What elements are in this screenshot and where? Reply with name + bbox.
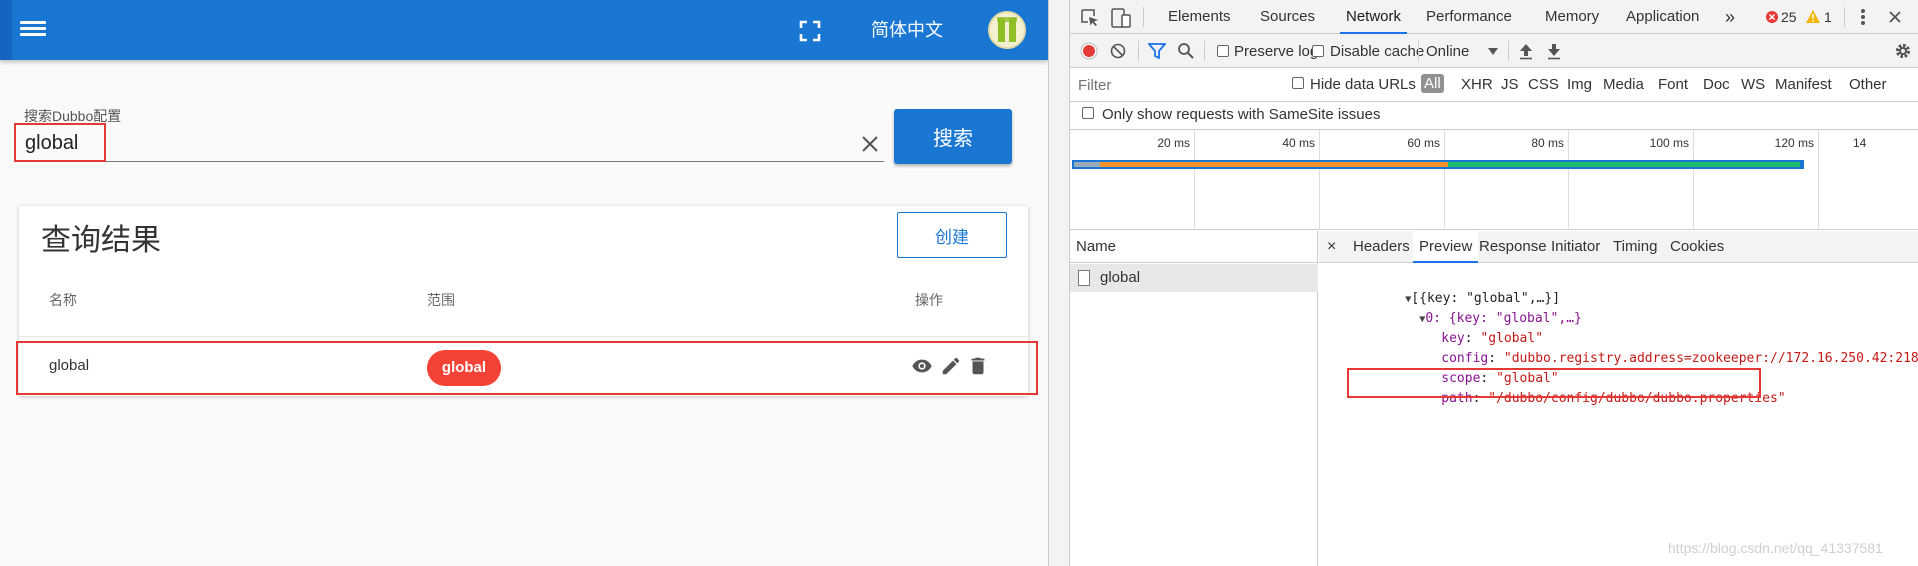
table-divider: [19, 336, 1028, 337]
import-har-icon[interactable]: [1518, 42, 1534, 60]
tab-response[interactable]: Response: [1479, 231, 1547, 263]
language-selector[interactable]: 简体中文: [862, 17, 952, 43]
filter-type-all[interactable]: All: [1421, 74, 1444, 93]
request-list: Name global: [1070, 231, 1318, 566]
search-button[interactable]: 搜索: [894, 109, 1012, 164]
request-list-header[interactable]: Name: [1070, 231, 1318, 263]
app-bar: 简体中文: [0, 0, 1048, 60]
kebab-menu-icon[interactable]: [1860, 8, 1866, 26]
column-header-actions: 操作: [915, 292, 943, 308]
highlight-box-row: [16, 341, 1038, 395]
timeline-tick-label: 120 ms: [1774, 136, 1814, 150]
warning-count[interactable]: 1: [1824, 9, 1832, 25]
error-icon: [1766, 11, 1778, 23]
timeline-tick-label: 14: [1853, 136, 1867, 150]
avatar[interactable]: [988, 11, 1026, 49]
samesite-bar: Only show requests with SameSite issues: [1070, 102, 1918, 130]
disable-cache-label: Disable cache: [1330, 43, 1425, 60]
chevron-down-icon[interactable]: [1488, 48, 1498, 55]
create-button[interactable]: 创建: [897, 212, 1007, 258]
timeline-bar-queue: [1074, 162, 1100, 167]
request-name: global: [1100, 269, 1141, 286]
tab-initiator[interactable]: Initiator: [1551, 231, 1600, 263]
tab-memory[interactable]: Memory: [1545, 0, 1599, 34]
close-detail-icon[interactable]: ×: [1327, 231, 1336, 263]
filter-bar: Hide data URLs All XHR JS CSS Img Media …: [1070, 68, 1918, 102]
request-row[interactable]: global: [1070, 264, 1318, 292]
preserve-log-label: Preserve log: [1234, 43, 1319, 60]
filter-input[interactable]: [1074, 72, 1280, 98]
app-bar-edge: [0, 0, 12, 60]
watermark: https://blog.csdn.net/qq_41337581: [1668, 540, 1883, 556]
device-toolbar-icon[interactable]: [1110, 7, 1132, 29]
timeline-bar-waiting: [1100, 162, 1448, 167]
filter-type-font[interactable]: Font: [1658, 76, 1688, 93]
document-icon: [1078, 270, 1090, 286]
search-icon[interactable]: [1177, 42, 1194, 59]
filter-type-js[interactable]: JS: [1501, 76, 1519, 93]
tab-application[interactable]: Application: [1626, 0, 1699, 34]
filter-type-other[interactable]: Other: [1849, 76, 1887, 93]
column-header-name: 名称: [49, 292, 77, 308]
export-har-icon[interactable]: [1546, 42, 1562, 60]
tab-elements[interactable]: Elements: [1168, 0, 1231, 34]
request-detail: × Headers Preview Response Initiator Tim…: [1319, 231, 1918, 566]
json-value: "dubbo.registry.address=zookeeper://172.…: [1503, 351, 1918, 366]
devtools: Elements Sources Network Performance Mem…: [1070, 0, 1918, 566]
disable-cache-checkbox[interactable]: [1312, 45, 1324, 57]
samesite-label: Only show requests with SameSite issues: [1102, 106, 1381, 123]
filter-type-doc[interactable]: Doc: [1703, 76, 1730, 93]
tab-timing[interactable]: Timing: [1613, 231, 1657, 263]
detail-tabbar: × Headers Preview Response Initiator Tim…: [1319, 231, 1918, 263]
tab-performance[interactable]: Performance: [1426, 0, 1512, 34]
filter-icon[interactable]: [1148, 43, 1166, 59]
fullscreen-icon[interactable]: [799, 20, 821, 42]
more-tabs-button[interactable]: »: [1725, 0, 1735, 34]
inspect-element-icon[interactable]: [1080, 8, 1100, 28]
clear-icon[interactable]: [858, 132, 882, 156]
error-count[interactable]: 25: [1781, 9, 1797, 25]
timeline-tick-label: 40 ms: [1282, 136, 1315, 150]
warning-icon: [1806, 10, 1820, 23]
filter-type-manifest[interactable]: Manifest: [1775, 76, 1832, 93]
search-input[interactable]: [24, 126, 884, 162]
throttling-select[interactable]: Online: [1426, 43, 1469, 60]
timeline-tick-label: 100 ms: [1649, 136, 1689, 150]
settings-gear-icon[interactable]: [1894, 42, 1912, 60]
timeline-bar-download: [1448, 162, 1800, 167]
menu-icon[interactable]: [20, 18, 46, 42]
tab-headers[interactable]: Headers: [1353, 231, 1410, 263]
filter-type-css[interactable]: CSS: [1528, 76, 1559, 93]
tab-cookies[interactable]: Cookies: [1670, 231, 1724, 263]
filter-type-media[interactable]: Media: [1603, 76, 1644, 93]
timeline-tick-label: 20 ms: [1157, 136, 1190, 150]
filter-type-xhr[interactable]: XHR: [1461, 76, 1493, 93]
hide-data-urls-checkbox[interactable]: [1292, 77, 1304, 89]
tab-sources[interactable]: Sources: [1260, 0, 1315, 34]
filter-type-ws[interactable]: WS: [1741, 76, 1765, 93]
clear-log-icon[interactable]: [1110, 43, 1126, 59]
column-header-scope: 范围: [427, 292, 455, 308]
highlight-box-search: [14, 123, 106, 162]
highlight-box-path: [1347, 368, 1761, 398]
samesite-checkbox[interactable]: [1082, 107, 1094, 119]
network-timeline[interactable]: 20 ms 40 ms 60 ms 80 ms 100 ms 120 ms 14: [1070, 130, 1918, 230]
timeline-tick-label: 60 ms: [1407, 136, 1440, 150]
tab-preview[interactable]: Preview: [1413, 231, 1479, 263]
dubbo-admin-app: 简体中文 搜索Dubbo配置 搜索 查询结果 创建 名称 范围 操作 globa…: [0, 0, 1048, 566]
close-devtools-icon[interactable]: [1888, 10, 1902, 24]
timeline-tick-label: 80 ms: [1531, 136, 1564, 150]
devtools-tabbar: Elements Sources Network Performance Mem…: [1070, 0, 1918, 34]
preserve-log-checkbox[interactable]: [1217, 45, 1229, 57]
tab-network[interactable]: Network: [1340, 0, 1408, 34]
screen: 简体中文 搜索Dubbo配置 搜索 查询结果 创建 名称 范围 操作 globa…: [0, 0, 1918, 566]
record-icon[interactable]: [1080, 42, 1098, 60]
filter-type-img[interactable]: Img: [1567, 76, 1592, 93]
results-title: 查询结果: [41, 224, 161, 257]
search-area: 搜索Dubbo配置: [24, 100, 1024, 180]
hide-data-urls-label: Hide data URLs: [1310, 76, 1416, 93]
network-toolbar: Preserve log Disable cache Online: [1070, 34, 1918, 68]
panel-splitter[interactable]: [1048, 0, 1070, 566]
